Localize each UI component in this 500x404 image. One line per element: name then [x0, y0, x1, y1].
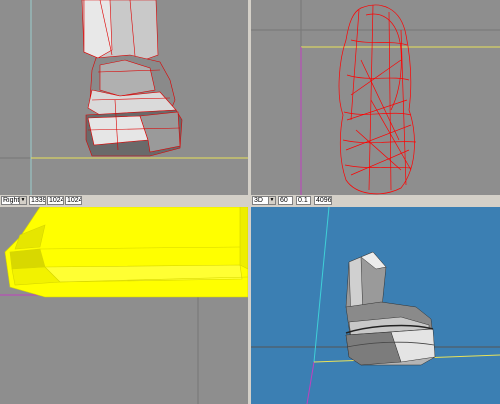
chevron-down-icon[interactable]: ▼: [268, 197, 275, 204]
view-field-2[interactable]: 1024: [47, 196, 64, 205]
view-select-value: Right: [3, 197, 20, 204]
far-clip-field-value: 4096: [316, 197, 332, 204]
fov-field[interactable]: 60: [278, 196, 293, 205]
left-viewport-toolbar: Right ▼ 1339 1024 1024: [0, 195, 248, 207]
right-view-canvas[interactable]: [0, 207, 248, 404]
near-clip-field[interactable]: 0.1: [296, 196, 311, 205]
view-field-3-value: 1024: [67, 197, 82, 204]
view-field-1[interactable]: 1339: [29, 196, 46, 205]
fov-field-value: 60: [280, 197, 288, 204]
front-view-canvas[interactable]: [0, 0, 248, 195]
right-viewport-toolbar: 3D ▼ 60 0.1 4096: [251, 195, 500, 207]
guide-line-cyan: [313, 207, 330, 363]
boot-3d-model: [345, 251, 436, 366]
perspective-view-canvas[interactable]: [251, 207, 500, 404]
view-field-1-value: 1339: [31, 197, 46, 204]
perspective-viewport[interactable]: [251, 207, 500, 404]
view-select[interactable]: 3D ▼: [252, 196, 276, 205]
boot-front-model: [81, 0, 183, 157]
chevron-down-icon[interactable]: ▼: [19, 197, 26, 204]
boot-side-solid: [4, 207, 248, 298]
far-clip-field[interactable]: 4096: [314, 196, 332, 205]
view-select-value: 3D: [254, 197, 263, 204]
near-clip-field-value: 0.1: [298, 197, 308, 204]
guide-line-magenta: [306, 361, 315, 404]
view-select[interactable]: Right ▼: [1, 196, 27, 205]
front-viewport[interactable]: [0, 0, 248, 195]
right-viewport[interactable]: [0, 207, 248, 404]
view-field-2-value: 1024: [49, 197, 64, 204]
top-view-canvas[interactable]: [251, 0, 500, 195]
top-viewport[interactable]: [251, 0, 500, 195]
boot-top-wireframe: [338, 4, 417, 195]
view-field-3[interactable]: 1024: [65, 196, 82, 205]
